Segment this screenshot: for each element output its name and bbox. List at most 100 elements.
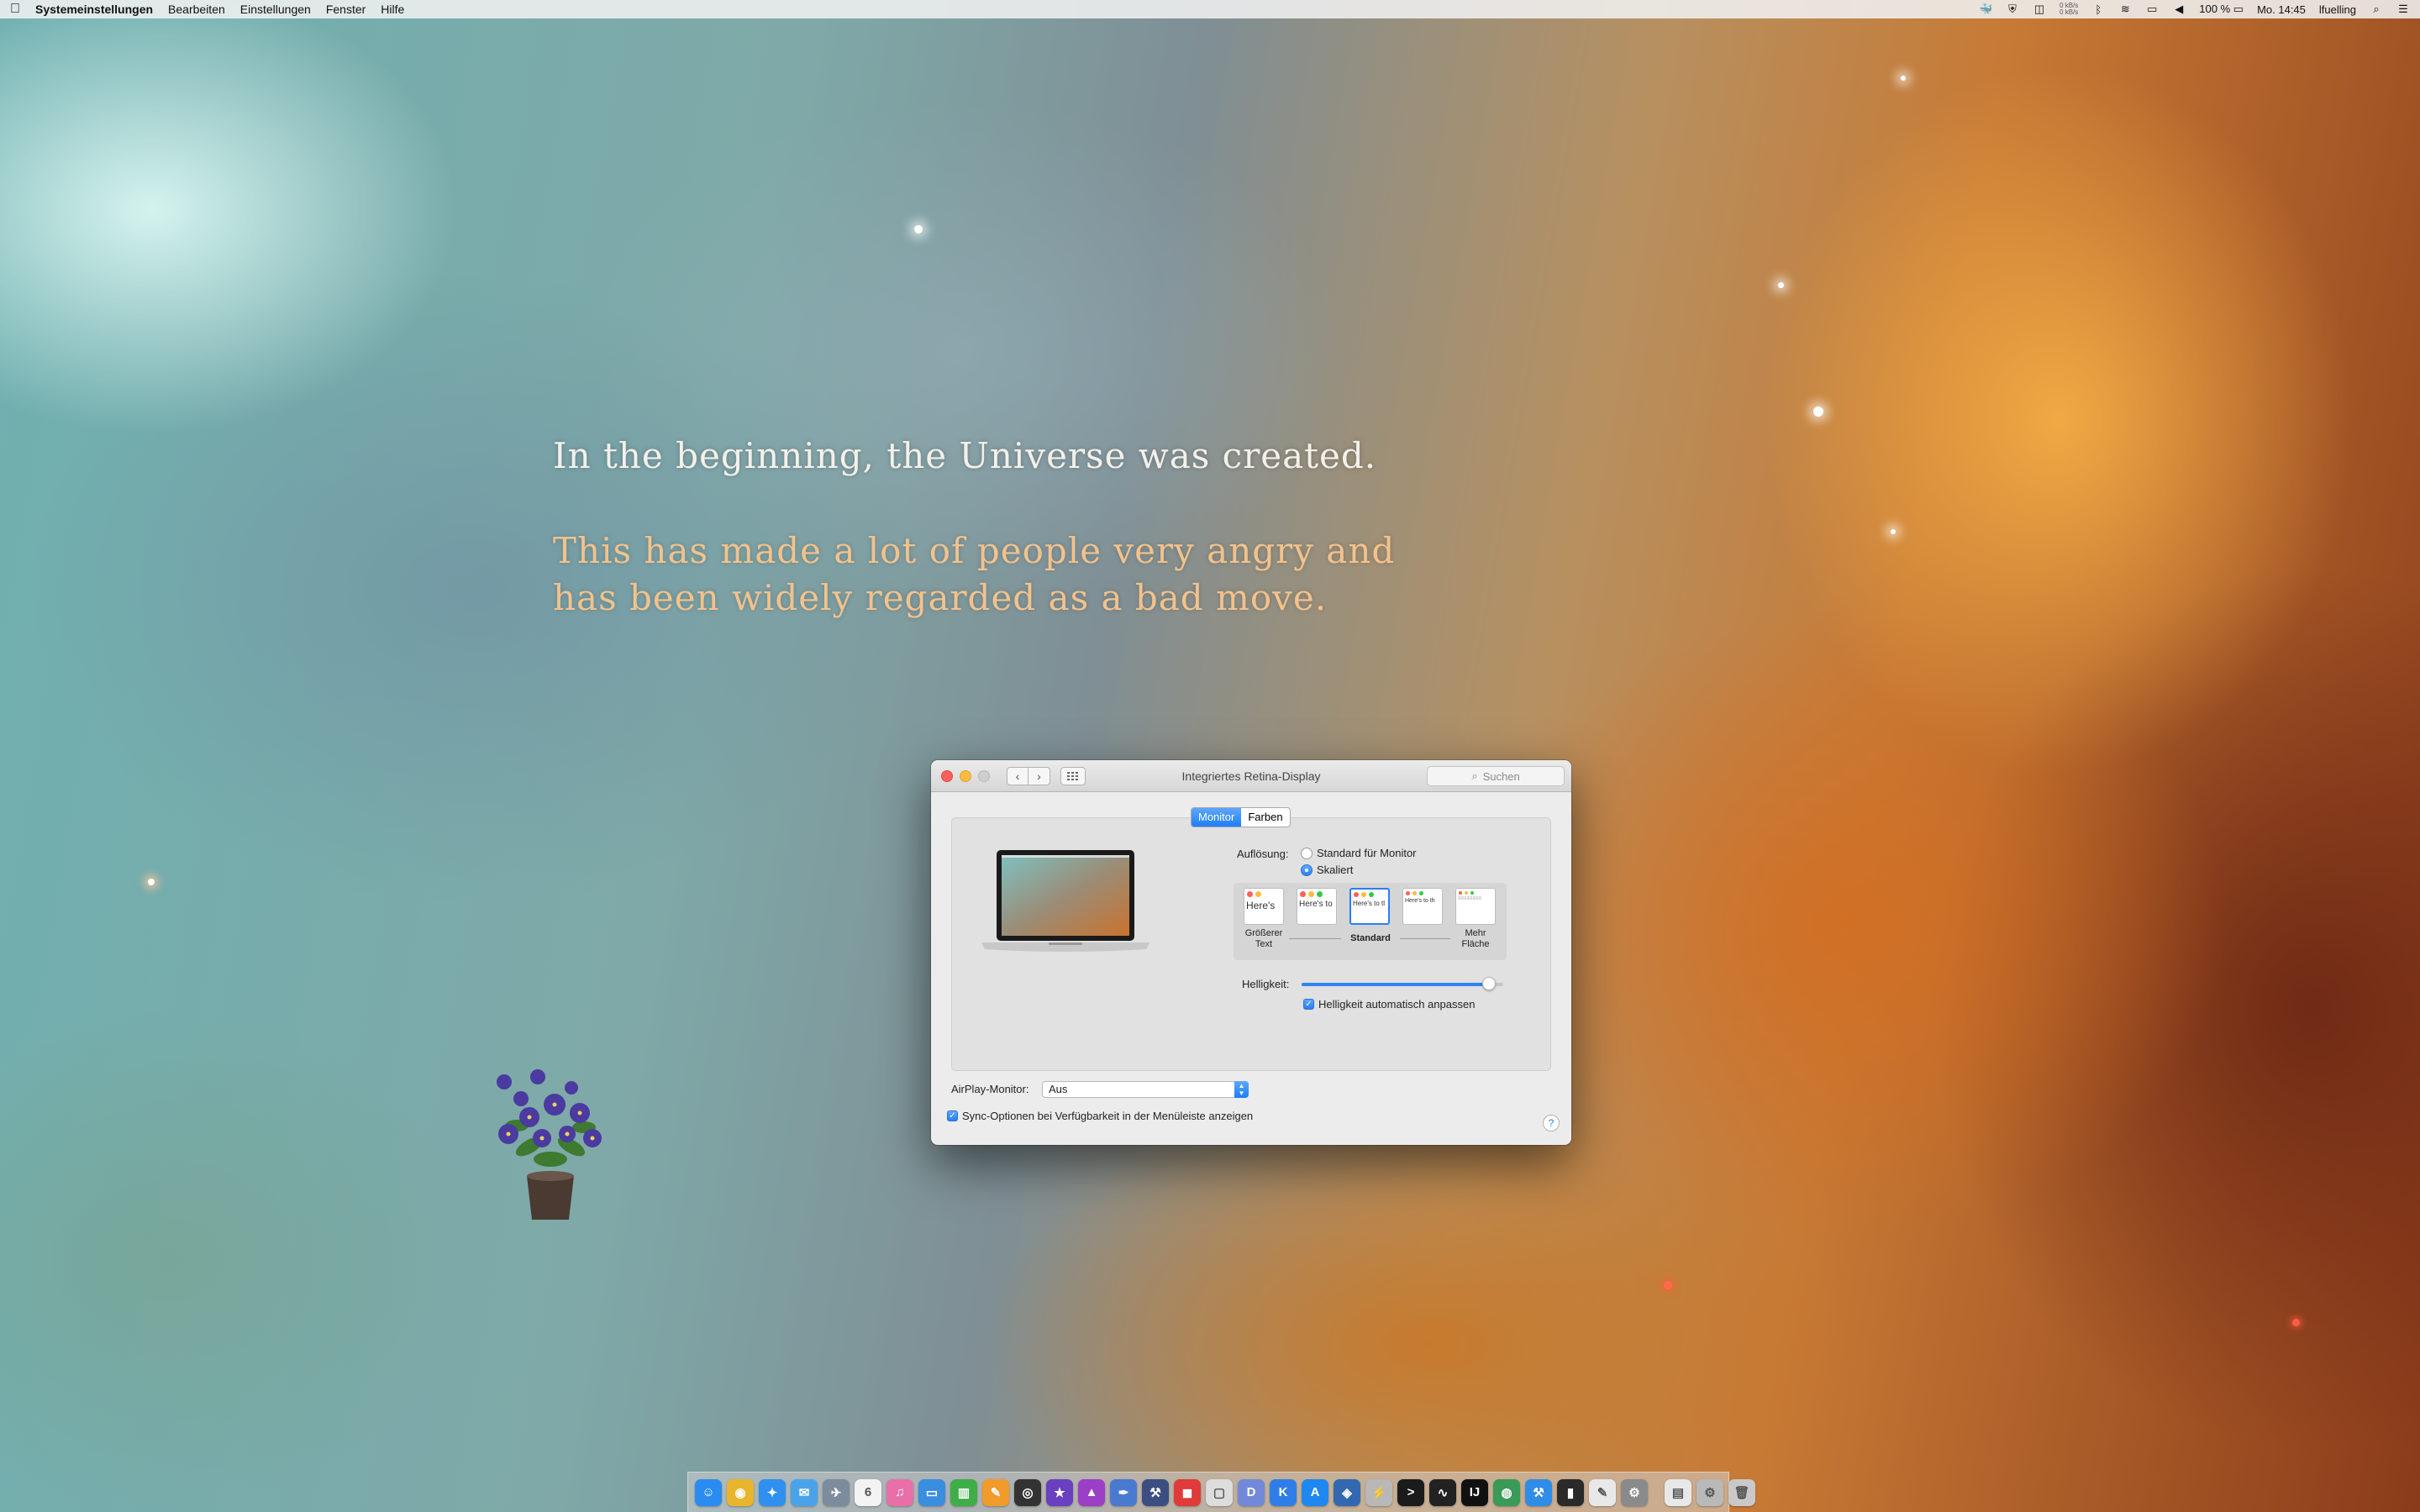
docker-icon[interactable]: 🐳 <box>1979 3 1992 15</box>
system-preferences-icon[interactable]: ⚙ <box>1621 1478 1648 1506</box>
airplay-label: AirPlay-Monitor: <box>951 1083 1029 1095</box>
notes-icon[interactable]: ✎ <box>1589 1478 1616 1506</box>
numbers-icon[interactable]: ▥ <box>950 1478 977 1506</box>
finder-icon[interactable]: ☺ <box>695 1478 722 1506</box>
pen-icon[interactable]: ✒ <box>1110 1478 1137 1506</box>
network-speed[interactable]: 0 kB/s 0 kB/s <box>2060 3 2078 16</box>
zoom-button[interactable] <box>978 769 990 782</box>
checkbox-checked[interactable]: ✓ <box>1303 999 1314 1010</box>
vpn-icon[interactable]: ◫ <box>2033 3 2046 15</box>
keynote-icon[interactable]: ▭ <box>918 1478 945 1506</box>
scale-option-5[interactable]: ≡≡≡≡≡≡≡≡ <box>1455 888 1496 925</box>
imovie-icon[interactable]: ★ <box>1046 1478 1073 1506</box>
affinity-icon[interactable]: ▲ <box>1078 1478 1105 1506</box>
toolbox-icon[interactable]: ⚒ <box>1142 1478 1169 1506</box>
star <box>1891 529 1896 534</box>
android-studio-icon[interactable]: ◍ <box>1493 1478 1520 1506</box>
trash-icon[interactable]: 🗑 <box>1728 1478 1755 1506</box>
itunes-icon[interactable]: ♫ <box>886 1478 913 1506</box>
pages-icon[interactable]: ✎ <box>982 1478 1009 1506</box>
scale-option-2[interactable]: Here's to <box>1297 888 1337 925</box>
sync-options-label: Sync-Optionen bei Verfügbarkeit in der M… <box>962 1110 1254 1122</box>
clock[interactable]: Mo. 14:45 <box>2257 3 2306 16</box>
help-button[interactable]: ? <box>1543 1115 1560 1131</box>
forward-button[interactable]: › <box>1028 766 1050 785</box>
safari-icon[interactable]: ✦ <box>759 1478 786 1506</box>
menu-fenster[interactable]: Fenster <box>326 3 366 16</box>
brightness-slider-fill <box>1302 983 1490 986</box>
scale-preview-text: Here's to <box>1299 900 1333 909</box>
menu-einstellungen[interactable]: Einstellungen <box>240 3 311 16</box>
tab-farben[interactable]: Farben <box>1241 808 1289 827</box>
scale-option-1[interactable]: Here's <box>1244 888 1284 925</box>
window-titlebar[interactable]: ‹ › Integriertes Retina-Display ⌕ Suchen <box>931 760 1571 792</box>
select-arrows-icon: ▲ ▼ <box>1234 1081 1249 1098</box>
editor-icon[interactable]: ⚡ <box>1365 1478 1392 1506</box>
menu-bearbeiten[interactable]: Bearbeiten <box>168 3 225 16</box>
window-dots <box>1244 889 1283 897</box>
activity-monitor-icon[interactable]: ∿ <box>1429 1478 1456 1506</box>
flower-pot-icon[interactable] <box>483 1067 618 1226</box>
auto-brightness-checkbox[interactable]: ✓ Helligkeit automatisch anpassen <box>1303 998 1475 1011</box>
terminal-icon[interactable]: ▮ <box>1557 1478 1584 1506</box>
radio-button[interactable] <box>1301 847 1313 859</box>
quote-line2b: has been widely regarded as a bad move. <box>553 577 1328 618</box>
shield-icon[interactable]: ⛨ <box>2006 3 2019 15</box>
radio-scaled[interactable]: Skaliert <box>1301 864 1353 876</box>
calendar-icon[interactable]: 6 <box>855 1478 881 1506</box>
appstore-icon[interactable]: A <box>1302 1478 1328 1506</box>
photobooth-icon[interactable]: ◎ <box>1014 1478 1041 1506</box>
notification-center-icon[interactable]: ☰ <box>2396 3 2410 15</box>
kite-icon[interactable]: K <box>1270 1478 1297 1506</box>
checkbox-checked[interactable]: ✓ <box>947 1110 958 1121</box>
display-preferences-window: ‹ › Integriertes Retina-Display ⌕ Suchen… <box>931 760 1571 1145</box>
apple-menu-icon[interactable]:  <box>10 2 35 17</box>
radio-scaled-label: Skaliert <box>1317 864 1354 876</box>
scale-preview-text: Here's to tl <box>1353 900 1385 907</box>
scale-label-more-space: Mehr Fläche <box>1461 928 1490 949</box>
news-icon[interactable]: ◼ <box>1174 1478 1201 1506</box>
documents-icon[interactable]: ▤ <box>1665 1478 1691 1506</box>
menu-app-name[interactable]: Systemeinstellungen <box>35 3 153 16</box>
mail-icon[interactable]: ✉ <box>791 1478 818 1506</box>
search-field[interactable]: ⌕ Suchen <box>1427 766 1565 786</box>
iterm-icon[interactable]: > <box>1397 1478 1424 1506</box>
volume-icon[interactable]: ◀ <box>2172 3 2186 15</box>
scale-option-4[interactable]: Here's to th <box>1402 888 1443 925</box>
spotlight-icon[interactable]: ⌕ <box>2370 3 2383 15</box>
minimize-button[interactable] <box>960 769 971 782</box>
xcode-icon[interactable]: ⚒ <box>1525 1478 1552 1506</box>
search-icon: ⌕ <box>1471 769 1478 782</box>
scale-option-3[interactable]: Here's to tl <box>1349 888 1390 925</box>
airplay-select[interactable]: Aus ▲ ▼ <box>1042 1081 1249 1098</box>
intellij-icon[interactable]: IJ <box>1461 1478 1488 1506</box>
laptop-image <box>981 850 1150 952</box>
scale-label-standard: Standard <box>1350 933 1391 943</box>
preview-icon[interactable]: ▢ <box>1206 1478 1233 1506</box>
close-button[interactable] <box>941 769 953 782</box>
scale-preview-text: ≡≡≡≡≡≡≡≡ <box>1458 896 1482 901</box>
back-button[interactable]: ‹ <box>1007 766 1028 785</box>
virtualbox-icon[interactable]: ◈ <box>1334 1478 1360 1506</box>
discord-icon[interactable]: D <box>1238 1478 1265 1506</box>
bluetooth-icon[interactable]: ᛒ <box>2091 3 2105 16</box>
radio-default-for-display[interactable]: Standard für Monitor <box>1301 847 1417 859</box>
sync-options-checkbox[interactable]: ✓ Sync-Optionen bei Verfügbarkeit in der… <box>947 1110 1253 1122</box>
downloads-icon[interactable]: ⚙ <box>1697 1478 1723 1506</box>
airplay-icon[interactable]: ▭ <box>2145 3 2159 15</box>
tab-monitor[interactable]: Monitor <box>1192 808 1242 827</box>
scale-divider <box>1289 938 1341 939</box>
brightness-slider[interactable] <box>1302 977 1503 990</box>
radio-button-selected[interactable] <box>1301 864 1313 876</box>
net-down: 0 kB/s <box>2060 8 2079 16</box>
red-star <box>1664 1281 1672 1289</box>
user-name[interactable]: lfuelling <box>2319 3 2356 16</box>
chrome-icon[interactable]: ◉ <box>727 1478 754 1506</box>
show-all-button[interactable] <box>1060 766 1086 785</box>
menu-hilfe[interactable]: Hilfe <box>381 3 404 16</box>
launchpad-icon[interactable]: ✈ <box>823 1478 850 1506</box>
chevron-left-icon: ‹ <box>1015 769 1020 783</box>
battery-status[interactable]: 100 % ▭ <box>2199 3 2244 16</box>
wifi-icon[interactable]: ≋ <box>2118 3 2132 15</box>
airplay-select-value: Aus <box>1049 1083 1068 1095</box>
